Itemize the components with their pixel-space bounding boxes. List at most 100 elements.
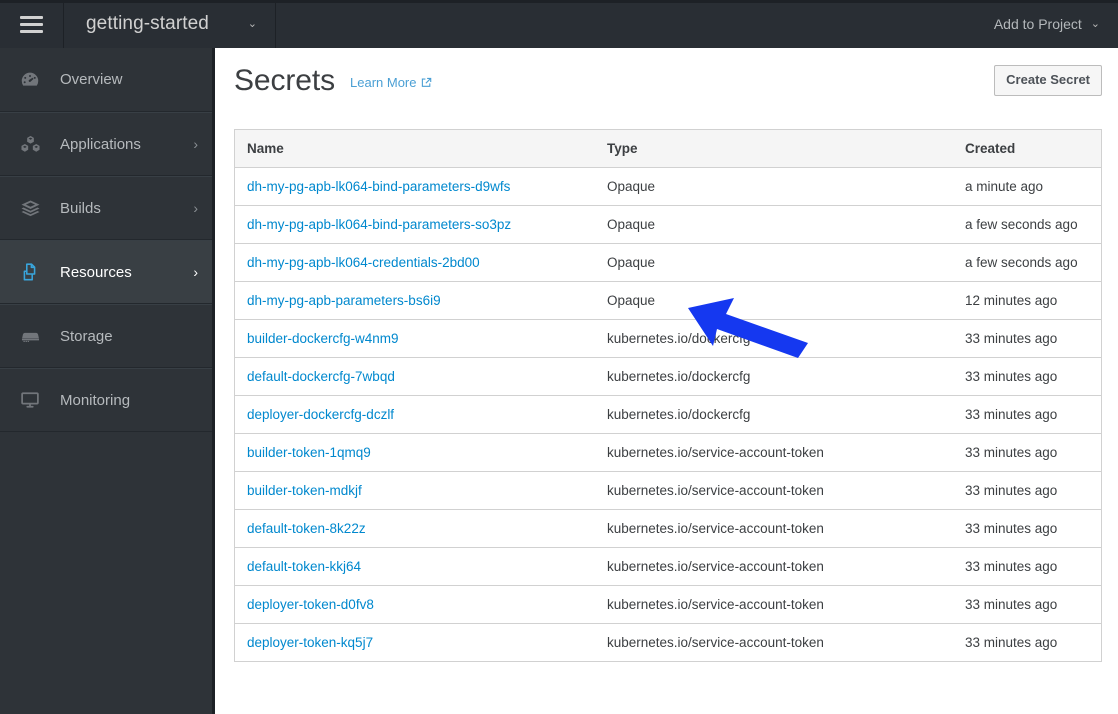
secret-name-cell: dh-my-pg-apb-parameters-bs6i9 [235, 281, 595, 320]
secret-name-link[interactable]: builder-token-mdkjf [247, 483, 362, 498]
chevron-right-icon: › [193, 200, 198, 216]
create-secret-button[interactable]: Create Secret [994, 65, 1102, 96]
table-row: deployer-token-kq5j7 kubernetes.io/servic… [235, 623, 1101, 662]
sidebar-item-monitoring[interactable]: Monitoring [0, 368, 212, 432]
hamburger-bar [20, 15, 43, 19]
sidebar-item-label: Storage [60, 327, 113, 345]
sidebar-navigation: Overview Applications › Builds › Resourc… [0, 48, 215, 714]
chevron-down-icon: ⌄ [1090, 17, 1100, 30]
secret-name-cell: default-token-8k22z [235, 509, 595, 548]
table-row: dh-my-pg-apb-lk064-bind-parameters-so3pz… [235, 205, 1101, 244]
secret-name-cell: deployer-token-d0fv8 [235, 585, 595, 624]
sidebar-item-storage[interactable]: Storage [0, 304, 212, 368]
secret-type-cell: kubernetes.io/service-account-token [595, 471, 953, 510]
table-row: dh-my-pg-apb-parameters-bs6i9 Opaque 12 mi… [235, 281, 1101, 320]
secret-created-cell: a minute ago [953, 167, 1101, 206]
secret-created-cell: 33 minutes ago [953, 357, 1101, 396]
openshift-console: getting-started ⌄ Add to Project ⌄ Overv… [0, 0, 1118, 714]
chevron-right-icon: › [193, 136, 198, 152]
table-row: builder-dockercfg-w4nm9 kubernetes.io/doc… [235, 319, 1101, 358]
main-content: Secrets Learn More Create Secret Name Ty… [218, 48, 1118, 714]
project-selector[interactable]: getting-started ⌄ [64, 0, 276, 48]
sidebar-item-label: Resources [60, 263, 132, 281]
hamburger-menu-icon[interactable] [0, 0, 64, 48]
secret-type-cell: kubernetes.io/service-account-token [595, 433, 953, 472]
add-to-project-menu[interactable]: Add to Project ⌄ [976, 0, 1118, 48]
secret-name-cell: builder-dockercfg-w4nm9 [235, 319, 595, 358]
column-header-created[interactable]: Created [953, 130, 1101, 168]
secret-created-cell: 33 minutes ago [953, 547, 1101, 586]
table-row: builder-token-1qmq9 kubernetes.io/service… [235, 433, 1101, 472]
sidebar-item-resources[interactable]: Resources › [0, 240, 212, 304]
sidebar-item-label: Applications [60, 135, 141, 153]
column-header-type[interactable]: Type [595, 130, 953, 168]
secret-name-cell: dh-my-pg-apb-lk064-credentials-2bd00 [235, 243, 595, 282]
page-title: Secrets [234, 64, 336, 97]
secret-type-cell: Opaque [595, 243, 953, 282]
secret-name-link[interactable]: dh-my-pg-apb-parameters-bs6i9 [247, 293, 441, 308]
secret-name-cell: deployer-token-kq5j7 [235, 623, 595, 662]
secret-name-cell: default-token-kkj64 [235, 547, 595, 586]
layers-icon [19, 195, 49, 221]
secret-name-link[interactable]: dh-my-pg-apb-lk064-bind-parameters-so3pz [247, 217, 511, 232]
chevron-down-icon: ⌄ [247, 17, 257, 30]
secrets-table: Name Type Created dh-my-pg-apb-lk064-bin… [235, 130, 1101, 662]
sidebar-item-label: Builds [60, 199, 101, 217]
secret-name-link[interactable]: deployer-token-d0fv8 [247, 597, 374, 612]
page-header: Secrets Learn More Create Secret [218, 48, 1118, 111]
secret-type-cell: Opaque [595, 205, 953, 244]
secret-created-cell: 33 minutes ago [953, 433, 1101, 472]
secret-name-link[interactable]: dh-my-pg-apb-lk064-bind-parameters-d9wfs [247, 179, 510, 194]
secret-name-cell: builder-token-1qmq9 [235, 433, 595, 472]
sidebar-item-overview[interactable]: Overview [0, 48, 212, 112]
secret-type-cell: kubernetes.io/dockercfg [595, 395, 953, 434]
secret-type-cell: kubernetes.io/service-account-token [595, 623, 953, 662]
secret-name-cell: default-dockercfg-7wbqd [235, 357, 595, 396]
secret-type-cell: kubernetes.io/service-account-token [595, 509, 953, 548]
chevron-right-icon: › [193, 264, 198, 280]
sidebar-item-builds[interactable]: Builds › [0, 176, 212, 240]
table-row: default-token-kkj64 kubernetes.io/service… [235, 547, 1101, 586]
sidebar-item-applications[interactable]: Applications › [0, 112, 212, 176]
secret-name-link[interactable]: deployer-dockercfg-dczlf [247, 407, 394, 422]
table-body: dh-my-pg-apb-lk064-bind-parameters-d9wfs… [235, 167, 1101, 662]
project-name-label: getting-started [86, 13, 209, 34]
table-row: default-dockercfg-7wbqd kubernetes.io/doc… [235, 357, 1101, 396]
hamburger-bar [20, 29, 43, 33]
secret-name-link[interactable]: builder-dockercfg-w4nm9 [247, 331, 399, 346]
table-row: default-token-8k22z kubernetes.io/service… [235, 509, 1101, 548]
secret-name-link[interactable]: default-token-kkj64 [247, 559, 361, 574]
secret-name-link[interactable]: deployer-token-kq5j7 [247, 635, 373, 650]
column-header-name[interactable]: Name [235, 130, 595, 168]
table-row: dh-my-pg-apb-lk064-bind-parameters-d9wfs… [235, 167, 1101, 206]
secret-name-link[interactable]: builder-token-1qmq9 [247, 445, 371, 460]
secret-created-cell: a few seconds ago [953, 205, 1101, 244]
hamburger-bar [20, 22, 43, 26]
table-row: deployer-dockercfg-dczlf kubernetes.io/do… [235, 395, 1101, 434]
table-head: Name Type Created [235, 130, 1101, 168]
external-link-icon [421, 77, 432, 88]
secret-name-cell: dh-my-pg-apb-lk064-bind-parameters-so3pz [235, 205, 595, 244]
secret-type-cell: kubernetes.io/dockercfg [595, 357, 953, 396]
learn-more-link[interactable]: Learn More [350, 75, 431, 90]
secret-created-cell: 33 minutes ago [953, 585, 1101, 624]
secret-type-cell: Opaque [595, 167, 953, 206]
secret-name-link[interactable]: default-token-8k22z [247, 521, 366, 536]
top-header-bar: getting-started ⌄ Add to Project ⌄ [0, 0, 1118, 48]
dashboard-icon [19, 67, 49, 93]
secret-type-cell: Opaque [595, 281, 953, 320]
sidebar-item-label: Overview [60, 71, 123, 88]
secret-type-cell: kubernetes.io/dockercfg [595, 319, 953, 358]
secrets-table-container: Name Type Created dh-my-pg-apb-lk064-bin… [234, 129, 1102, 662]
table-row: builder-token-mdkjf kubernetes.io/service… [235, 471, 1101, 510]
secret-type-cell: kubernetes.io/service-account-token [595, 585, 953, 624]
secret-created-cell: 33 minutes ago [953, 509, 1101, 548]
table-row: deployer-token-d0fv8 kubernetes.io/servic… [235, 585, 1101, 624]
secret-name-cell: deployer-dockercfg-dczlf [235, 395, 595, 434]
add-to-project-label: Add to Project [993, 16, 1082, 32]
secret-name-link[interactable]: default-dockercfg-7wbqd [247, 369, 395, 384]
cubes-icon [19, 131, 49, 157]
secret-name-link[interactable]: dh-my-pg-apb-lk064-credentials-2bd00 [247, 255, 480, 270]
table-header-row: Name Type Created [235, 130, 1101, 168]
